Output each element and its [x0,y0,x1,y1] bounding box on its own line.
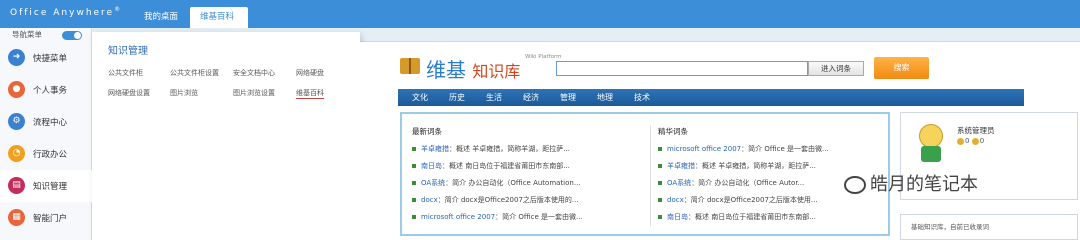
nav-toggle-label: 导航菜单 [12,30,42,39]
list-item[interactable]: 羊卓雍措：概述 羊卓雍措，简称羊湖，距拉萨... [412,144,570,154]
sidebar-item-label: 知识管理 [33,182,68,192]
sidebar-item-quick-menu[interactable]: ➜ 快捷菜单 [0,42,92,74]
portal-icon: ▦ [8,209,25,226]
left-nav: 导航菜单 ➜ 快捷菜单 ● 个人事务 ⚙ 流程中心 ◔ 行政办公 ▤ 知识管理 … [0,28,92,240]
enter-entry-button[interactable]: 进入词条 [808,61,864,76]
medal-icon [957,137,964,145]
menu-link-image-browse-settings[interactable]: 图片浏览设置 [233,88,275,98]
menu-link-image-browse[interactable]: 图片浏览 [170,88,198,98]
tab-my-desktop[interactable]: 我的桌面 [134,7,188,28]
watermark: 皓月的笔记本 [844,170,978,196]
app-logo: Office Anywhere® [10,6,123,18]
wiki-platform-label: Wiki Platform [525,54,562,60]
sidebar-item-personal[interactable]: ● 个人事务 [0,74,92,106]
sidebar-item-portal[interactable]: ▦ 智能门户 [0,202,92,234]
avatar-body [921,146,941,162]
avatar-head [919,124,943,148]
wiki-brand: 维基 知识库 [426,58,521,82]
category-link[interactable]: 地理 [597,92,613,103]
nav-toggle-switch[interactable] [62,31,82,40]
category-bar: 文化 历史 生活 经济 管理 地理 技术 [398,89,1024,106]
list-item[interactable]: OA系统：简介 办公自动化（Office Automation... [412,178,581,188]
list-item[interactable]: docx：简介 docx是Office2007之后版本使用... [658,195,818,205]
sidebar-item-label: 流程中心 [33,118,68,128]
avatar[interactable] [915,124,947,162]
sidebar-item-label: 智能门户 [33,214,68,224]
entries-box: 最新词条 精华词条 羊卓雍措：概述 羊卓雍措，简称羊湖，距拉萨... 南日岛：概… [400,112,890,236]
wechat-icon [844,176,866,194]
list-item[interactable]: OA系统：简介 办公自动化（Office Autor... [658,178,804,188]
menu-link-netdisk[interactable]: 网络硬盘 [296,68,324,78]
knowledge-menu-panel: 知识管理 公共文件柜 公共文件柜设置 安全文档中心 网络硬盘 网络硬盘设置 图片… [92,32,360,240]
list-item[interactable]: 南日岛：概述 南日岛位于福建省莆田市东南部... [658,212,816,222]
sidebar-item-workflow[interactable]: ⚙ 流程中心 [0,106,92,138]
list-item[interactable]: microsoft office 2007：简介 Office 是一套由微... [658,144,829,154]
menu-link-netdisk-settings[interactable]: 网络硬盘设置 [108,88,150,98]
knowledge-stats: 基础知识库，自前已收录词 [900,214,1078,240]
list-item[interactable]: docx：简介 docx是Office2007之后版本使用的... [412,195,579,205]
featured-entries-title: 精华词条 [658,127,688,136]
tab-wiki[interactable]: 维基百科× [190,7,248,43]
sidebar-item-admin[interactable]: ◔ 行政办公 [0,138,92,170]
menu-link-wiki[interactable]: 维基百科 [296,88,324,99]
top-bar: Office Anywhere® 我的桌面 维基百科× [0,0,1080,43]
tab-wiki-label: 维基百科 [200,12,235,22]
user-name: 系统管理员 [957,126,995,135]
sidebar-item-label: 行政办公 [33,150,68,160]
column-divider [650,126,651,226]
menu-link-public-cabinet[interactable]: 公共文件柜 [108,68,143,78]
search-button[interactable]: 搜索 [874,57,929,79]
sidebar-item-label: 快捷菜单 [33,54,68,64]
category-link[interactable]: 技术 [634,92,650,103]
medal-icon [971,137,979,145]
category-link[interactable]: 生活 [486,92,502,103]
category-link[interactable]: 管理 [560,92,576,103]
workflow-icon: ⚙ [8,113,25,130]
arrow-icon: ➜ [8,49,25,66]
sidebar-item-knowledge[interactable]: ▤ 知识管理 [0,170,92,202]
latest-entries-title: 最新词条 [412,127,442,136]
list-item[interactable]: microsoft office 2007：简介 Office 是一套由微... [412,212,583,222]
category-link[interactable]: 经济 [523,92,539,103]
wiki-main: 维基 知识库 Wiki Platform 进入词条 搜索 文化 历史 生活 经济… [360,42,1080,240]
menu-link-secure-docs[interactable]: 安全文档中心 [233,68,275,78]
category-link[interactable]: 历史 [449,92,465,103]
search-input[interactable] [556,61,808,76]
menu-link-public-cabinet-settings[interactable]: 公共文件柜设置 [170,68,219,78]
list-item[interactable]: 羊卓雍措：概述 羊卓雍措，简称羊湖，距拉萨... [658,161,816,171]
list-item[interactable]: 南日岛：概述 南日岛位于福建省莆田市东南部... [412,161,570,171]
book-icon: ▤ [8,177,25,194]
admin-icon: ◔ [8,145,25,162]
category-link[interactable]: 文化 [412,92,428,103]
sidebar-item-label: 个人事务 [33,86,68,96]
user-medals: 0 0 [957,137,984,145]
book-icon [400,58,420,74]
panel-title: 知识管理 [108,46,148,57]
person-icon: ● [8,81,25,98]
